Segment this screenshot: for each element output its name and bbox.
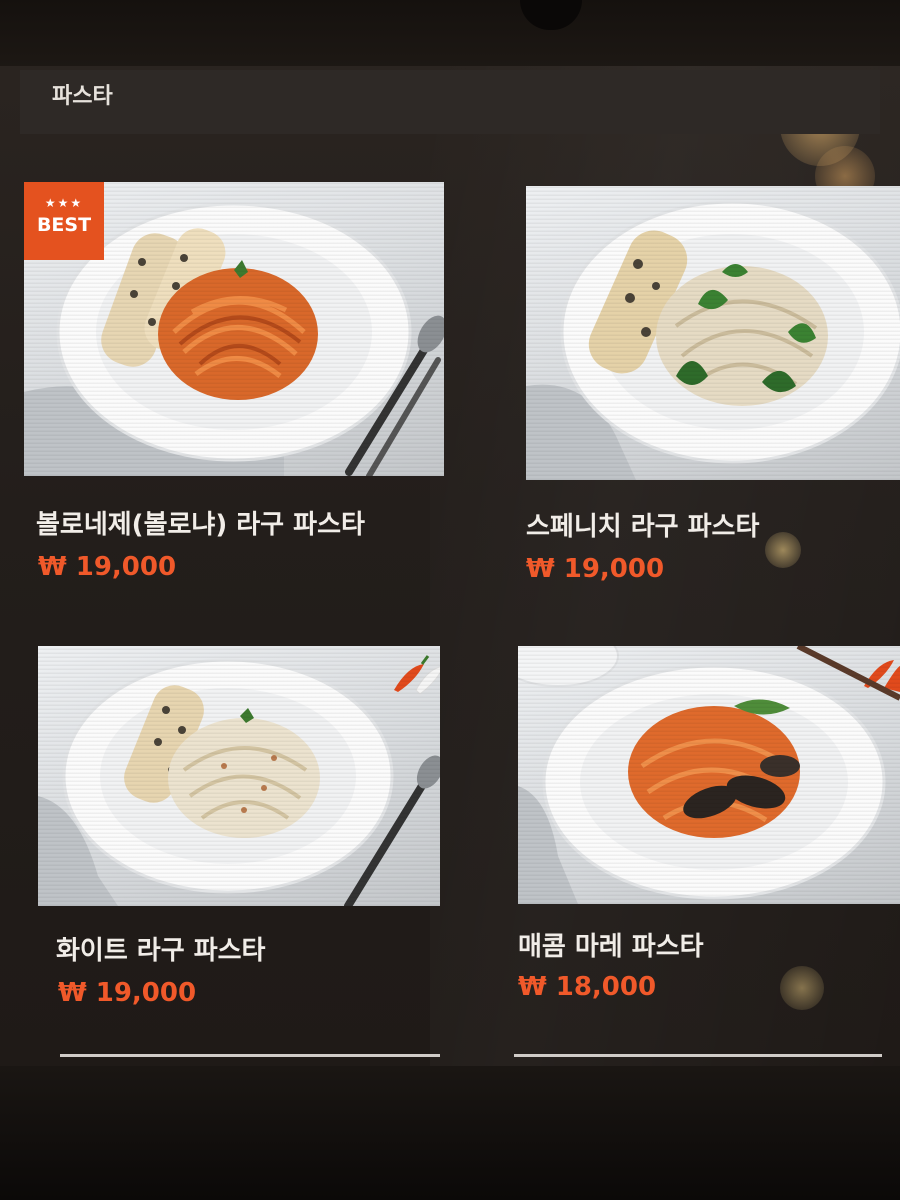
menu-item-name[interactable]: 볼로네제(볼로냐) 라구 파스타 [36, 504, 365, 541]
menu-item-name[interactable]: 매콤 마레 파스타 [518, 926, 704, 963]
kiosk-screen: 파스타 ★★★ BEST 볼로네제(볼로냐) 라구 파스타 ₩ 19,000 스… [0, 66, 900, 1066]
menu-item-name[interactable]: 스페니치 라구 파스타 [526, 506, 759, 543]
menu-card-spicy-mare[interactable]: 매콤 마레 파스타 ₩ 18,000 [450, 626, 900, 1066]
menu-item-image[interactable] [38, 646, 440, 906]
page-indicator[interactable] [60, 1054, 440, 1057]
pasta [158, 268, 318, 400]
dish-photo [526, 200, 900, 480]
menu-item-price: ₩ 18,000 [518, 972, 657, 1002]
dish-photo [38, 655, 440, 906]
menu-card-white-ragu[interactable]: 화이트 라구 파스타 ₩ 19,000 [0, 626, 450, 1066]
device-bezel-bottom [0, 1066, 900, 1200]
pasta [168, 718, 320, 838]
best-label: BEST [36, 214, 92, 236]
page-indicator[interactable] [514, 1054, 882, 1057]
menu-card-bolognese[interactable]: ★★★ BEST 볼로네제(볼로냐) 라구 파스타 ₩ 19,000 [0, 66, 450, 626]
menu-item-name[interactable]: 화이트 라구 파스타 [56, 930, 265, 967]
best-stars: ★★★ [44, 196, 84, 210]
menu-item-price: ₩ 19,000 [526, 554, 665, 584]
camera [520, 0, 582, 30]
menu-item-image[interactable] [526, 186, 900, 480]
dish-photo [518, 646, 900, 904]
menu-item-price: ₩ 19,000 [58, 978, 197, 1008]
menu-card-spinach[interactable]: 스페니치 라구 파스타 ₩ 19,000 [450, 66, 900, 626]
menu-item-image[interactable] [518, 646, 900, 904]
chili-pepper-icon [394, 655, 440, 695]
menu-item-price: ₩ 19,000 [38, 552, 177, 582]
device-bezel-top [0, 0, 900, 68]
menu-item-image[interactable]: ★★★ BEST [24, 182, 444, 476]
best-badge: ★★★ BEST [24, 182, 104, 260]
